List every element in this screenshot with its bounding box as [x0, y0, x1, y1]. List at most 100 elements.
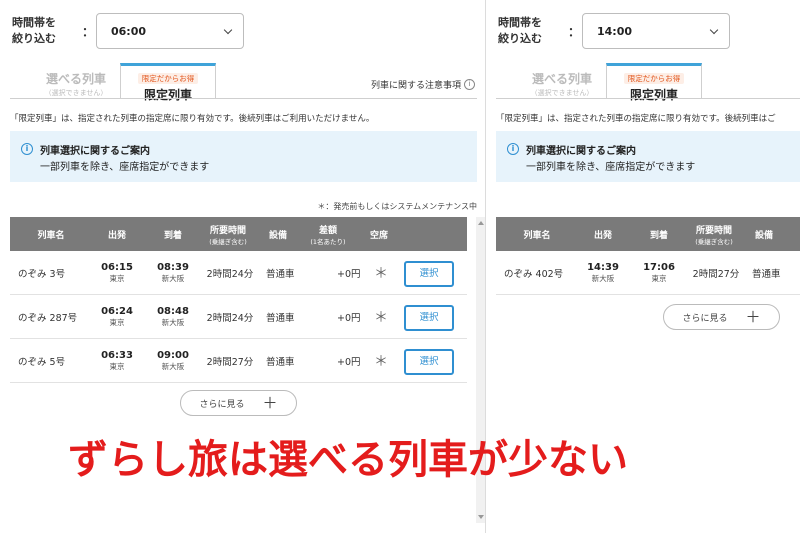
col-equipment: 設備: [754, 230, 773, 241]
depart-cell: 06:33 東京: [92, 339, 142, 383]
col-diff: 差額 (1名あたり): [298, 217, 358, 251]
duration: 2時間27分: [206, 357, 254, 368]
arrive-cell: 17:06 東京: [628, 251, 690, 295]
info-icon: i: [507, 143, 519, 155]
col-train-name: 列車名: [523, 230, 551, 241]
col-depart: 出発: [107, 230, 126, 241]
col-duration: 所要時間 (乗継ぎ含む): [686, 217, 742, 251]
arrive-station: 新大阪: [161, 274, 185, 283]
col-vacancy: 空席: [369, 230, 388, 241]
tab-selectable-sub: （選択できません）: [44, 89, 108, 97]
time-filter-value: 14:00: [597, 25, 633, 38]
time-filter-label-line2: 絞り込む: [498, 32, 542, 45]
select-button[interactable]: 選択: [404, 261, 454, 287]
time-filter-label: 時間帯を 絞り込む: [498, 15, 542, 47]
show-more-label: さらに見る: [199, 399, 245, 410]
info-box-text: 一部列車を除き、座席指定ができます: [526, 162, 696, 173]
depart-cell: 14:39 新大阪: [578, 251, 628, 295]
time-filter-select[interactable]: 06:00: [96, 13, 244, 49]
vacancy-mark: ＊: [374, 266, 388, 282]
show-more-label: さらに見る: [682, 313, 728, 324]
train-name: のぞみ 287号: [18, 313, 78, 324]
info-box: i 列車選択に関するご案内 一部列車を除き、座席指定ができます: [10, 131, 477, 182]
col-duration: 所要時間 (乗継ぎ含む): [200, 217, 256, 251]
show-more-button[interactable]: さらに見る ＋: [663, 304, 780, 330]
tab-limited-title: 限定列車: [629, 88, 678, 102]
col-arrive: 到着: [163, 230, 182, 241]
vacancy-mark: ＊: [374, 354, 388, 370]
chevron-down-icon: [223, 25, 233, 35]
time-filter-select[interactable]: 14:00: [582, 13, 730, 49]
col-duration-sub: (乗継ぎ含む): [695, 237, 733, 246]
table-row: のぞみ 5号 06:33 東京 09:00 新大阪 2時間27分 普通車 +0円…: [10, 339, 467, 383]
table-header: 列車名 出発 到着 所要時間 (乗継ぎ含む) 設備: [496, 217, 800, 251]
table-row: のぞみ 287号 06:24 東京 08:48 新大阪 2時間24分 普通車 +…: [10, 295, 467, 339]
table-row: のぞみ 402号 14:39 新大阪 17:06 東京 2時間27分 普通車: [496, 251, 800, 295]
tab-selectable-title: 選べる列車: [531, 72, 592, 86]
col-train-name: 列車名: [37, 230, 65, 241]
limited-badge: 限定だからお得: [137, 73, 199, 84]
time-filter-label-line1: 時間帯を: [498, 16, 542, 29]
depart-station: 東京: [109, 362, 125, 371]
price-diff: +0円: [337, 313, 361, 324]
tab-limited-title: 限定列車: [143, 88, 192, 102]
time-filter-label-line2: 絞り込む: [12, 32, 56, 45]
col-arrive: 到着: [649, 230, 668, 241]
duration: 2時間24分: [206, 313, 254, 324]
plus-icon: ＋: [262, 393, 278, 412]
train-table: 列車名 出発 到着 所要時間 (乗継ぎ含む) 設備 のぞみ 402号 14:39…: [496, 217, 800, 295]
train-notice-label: 列車に関する注意事項: [370, 81, 461, 91]
scroll-down-arrow-icon[interactable]: [478, 515, 484, 519]
info-box: i 列車選択に関するご案内 一部列車を除き、座席指定ができます: [496, 131, 800, 182]
arrive-time: 08:39: [157, 262, 189, 273]
arrive-cell: 08:39 新大阪: [142, 251, 204, 295]
tab-selectable-trains: 選べる列車 （選択できません）: [518, 70, 606, 98]
info-icon: i: [21, 143, 33, 155]
arrive-station: 新大阪: [161, 362, 185, 371]
filter-colon: ：: [568, 25, 581, 39]
depart-time: 06:33: [101, 350, 133, 361]
depart-time: 06:15: [101, 262, 133, 273]
time-filter-label-line1: 時間帯を: [12, 16, 56, 29]
col-duration-label: 所要時間: [209, 225, 246, 236]
tab-limited-trains[interactable]: 限定だからお得 限定列車: [606, 63, 702, 102]
arrive-cell: 09:00 新大阪: [142, 339, 204, 383]
train-name: のぞみ 402号: [504, 269, 564, 280]
price-diff: +0円: [337, 269, 361, 280]
train-notice-link[interactable]: 列車に関する注意事項 i: [371, 78, 475, 91]
depart-cell: 06:15 東京: [92, 251, 142, 295]
info-box-title: 列車選択に関するご案内: [40, 146, 150, 157]
filter-colon: ：: [82, 25, 95, 39]
limited-description: 「限定列車」は、指定された列車の指定席に限り有効です。後続列車はご利用いただけま…: [10, 114, 375, 124]
maintenance-footnote: ＊：発売前もしくはシステムメンテナンス中: [317, 202, 477, 211]
select-button[interactable]: 選択: [404, 305, 454, 331]
overlay-caption: ずらし旅は選べる列車が少ない: [68, 437, 628, 483]
show-more-button[interactable]: さらに見る ＋: [180, 390, 297, 416]
scroll-up-arrow-icon[interactable]: [478, 221, 484, 225]
col-equipment: 設備: [268, 230, 287, 241]
tab-selectable-title: 選べる列車: [45, 72, 106, 86]
equipment: 普通車: [266, 313, 295, 324]
select-button[interactable]: 選択: [404, 349, 454, 375]
col-depart: 出発: [593, 230, 612, 241]
depart-station: 東京: [109, 274, 125, 283]
tab-selectable-trains: 選べる列車 （選択できません）: [32, 70, 120, 98]
depart-time: 06:24: [101, 306, 133, 317]
arrive-time: 09:00: [157, 350, 189, 361]
depart-cell: 06:24 東京: [92, 295, 142, 339]
info-box-text: 一部列車を除き、座席指定ができます: [40, 162, 210, 173]
equipment: 普通車: [266, 357, 295, 368]
arrive-cell: 08:48 新大阪: [142, 295, 204, 339]
time-filter-value: 06:00: [111, 25, 147, 38]
chevron-down-icon: [709, 25, 719, 35]
arrive-station: 新大阪: [161, 318, 185, 327]
tab-selectable-sub: （選択できません）: [530, 89, 594, 97]
equipment: 普通車: [752, 269, 781, 280]
arrive-time: 17:06: [643, 262, 675, 273]
duration: 2時間27分: [692, 269, 740, 280]
arrive-station: 東京: [651, 274, 667, 283]
vacancy-mark: ＊: [374, 310, 388, 326]
info-circle-icon: i: [464, 79, 475, 90]
tab-limited-trains[interactable]: 限定だからお得 限定列車: [120, 63, 216, 102]
train-table: 列車名 出発 到着 所要時間 (乗継ぎ含む) 設備 差額 (1名あたり) 空席 …: [10, 217, 467, 383]
